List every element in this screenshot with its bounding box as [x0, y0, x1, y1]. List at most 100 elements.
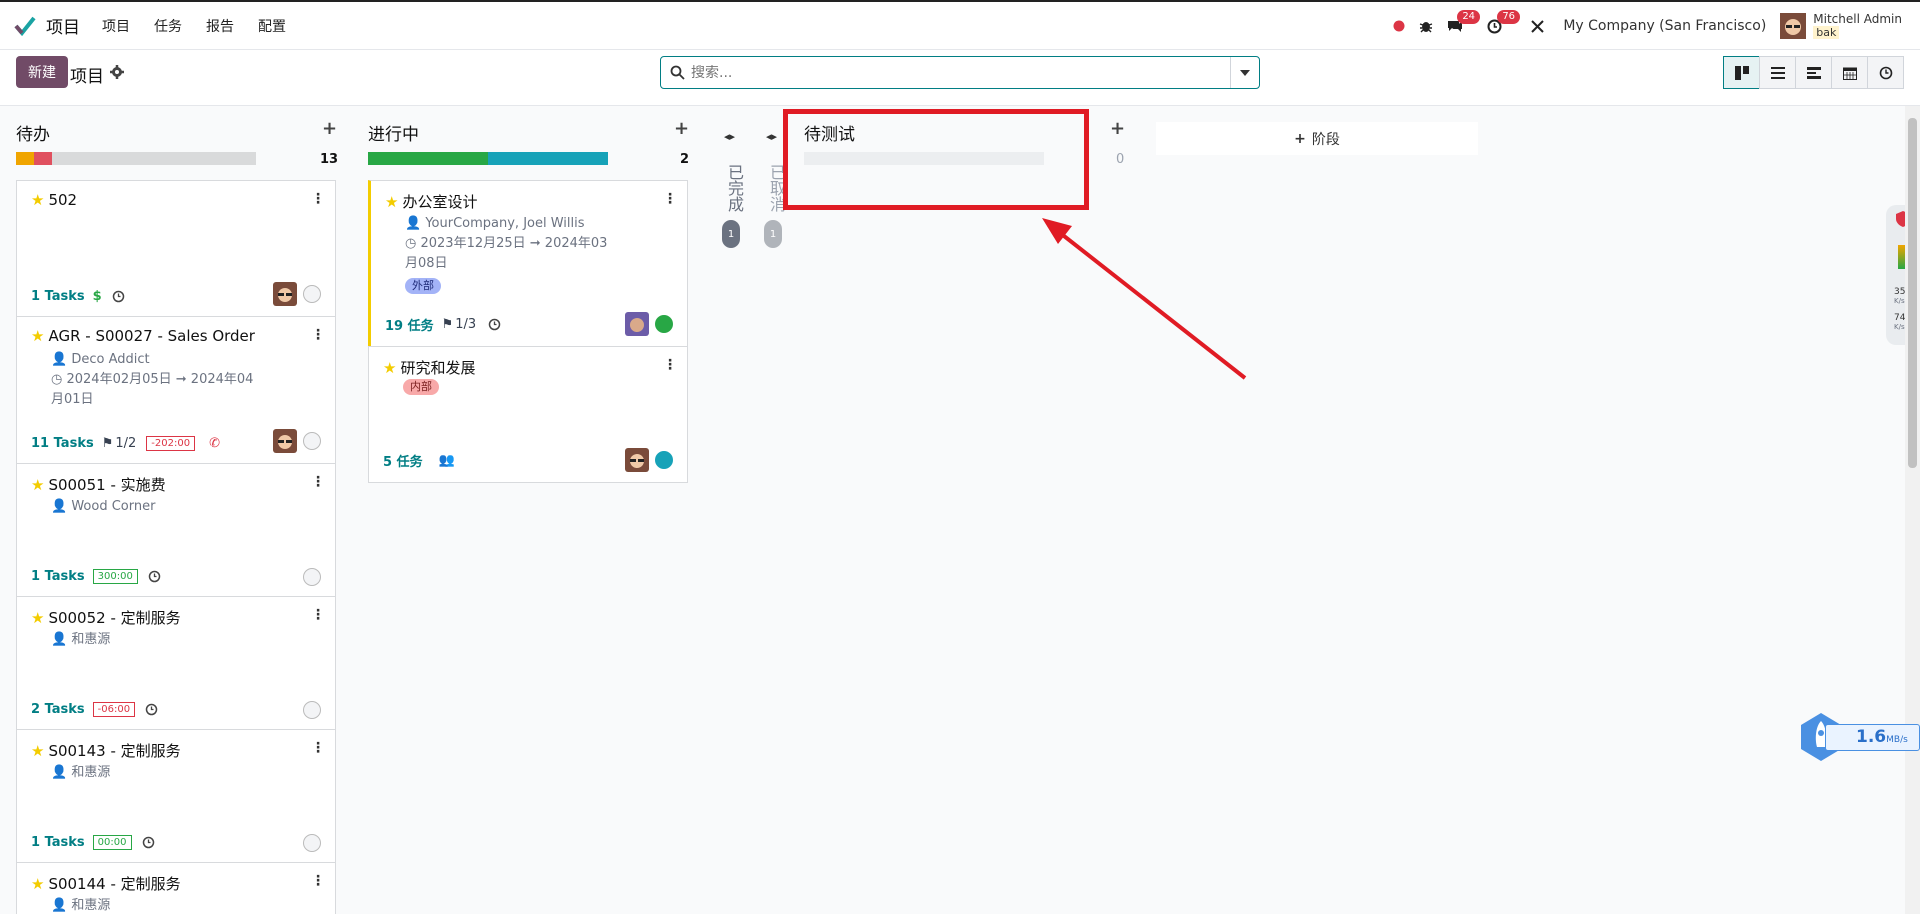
- menu-item-reports[interactable]: 报告: [206, 16, 234, 36]
- tasks-link[interactable]: 11 Tasks: [31, 436, 94, 451]
- kebab-menu-icon[interactable]: ⋮: [311, 327, 325, 343]
- tools-icon[interactable]: [1530, 19, 1545, 34]
- gear-icon[interactable]: [110, 65, 124, 79]
- tasks-link[interactable]: 1 Tasks: [31, 835, 85, 850]
- menu-item-tasks[interactable]: 任务: [154, 16, 182, 36]
- kebab-menu-icon[interactable]: ⋮: [311, 873, 325, 889]
- scrollbar-thumb[interactable]: [1908, 118, 1917, 468]
- user-icon: 👤: [51, 898, 72, 913]
- expand-arrows-icon[interactable]: ◂▸: [766, 130, 777, 143]
- clock-icon[interactable]: [488, 318, 501, 331]
- star-icon[interactable]: ★: [383, 359, 396, 377]
- download-unit: K/s: [1894, 323, 1905, 331]
- progress-bar[interactable]: [16, 152, 256, 165]
- card-title: 502: [48, 191, 78, 209]
- star-icon[interactable]: ★: [31, 742, 44, 760]
- add-stage-button[interactable]: + 阶段: [1156, 122, 1478, 155]
- clock-icon[interactable]: [145, 703, 158, 716]
- clock-icon[interactable]: [148, 570, 161, 583]
- search-input[interactable]: [691, 64, 1211, 81]
- card-dates-cont: 月01日: [51, 392, 94, 407]
- activities-badge: 76: [1497, 9, 1521, 24]
- star-icon[interactable]: ★: [31, 191, 44, 209]
- brand[interactable]: 项目: [14, 13, 80, 38]
- hours-badge: -06:00: [92, 702, 136, 717]
- project-card[interactable]: ★ S00052 - 定制服务 ⋮ 👤 和惠源 2 Tasks -06:00: [16, 596, 336, 730]
- calendar-view-button[interactable]: [1831, 56, 1868, 89]
- menu-item-config[interactable]: 配置: [258, 16, 286, 36]
- record-icon[interactable]: [1393, 20, 1405, 32]
- kebab-menu-icon[interactable]: ⋮: [311, 474, 325, 490]
- new-button[interactable]: 新建: [16, 56, 68, 88]
- kebab-menu-icon[interactable]: ⋮: [663, 191, 677, 207]
- project-card[interactable]: ★ S00143 - 定制服务 ⋮ 👤 和惠源 1 Tasks 00:00: [16, 729, 336, 863]
- tasks-link[interactable]: 5 任务: [383, 451, 423, 470]
- avatar[interactable]: [273, 282, 297, 306]
- star-icon[interactable]: ★: [385, 193, 398, 211]
- kebab-menu-icon[interactable]: ⋮: [311, 740, 325, 756]
- quick-create-button[interactable]: +: [1110, 118, 1125, 139]
- tasks-link[interactable]: 19 任务: [385, 315, 434, 334]
- project-card[interactable]: ★ 研究和发展 ⋮ 内部 5 任务 👥: [368, 346, 688, 483]
- breadcrumb-title: 项目: [70, 67, 104, 87]
- star-icon[interactable]: ★: [31, 609, 44, 627]
- speed-widget[interactable]: 1.6MB/s: [1795, 711, 1920, 763]
- progress-bar[interactable]: [368, 152, 608, 165]
- clock-icon[interactable]: 76: [1487, 9, 1521, 34]
- hours-badge: -202:00: [146, 436, 196, 451]
- column-done-folded[interactable]: ◂▸ 已完成 1: [716, 106, 748, 266]
- project-card[interactable]: ★ 502 ⋮ 1 Tasks $: [16, 180, 336, 317]
- card-title: AGR - S00027 - Sales Order: [48, 327, 255, 345]
- quick-create-button[interactable]: +: [322, 118, 337, 139]
- search-box[interactable]: [660, 56, 1260, 89]
- star-icon[interactable]: ★: [31, 327, 44, 345]
- tag-internal: 内部: [403, 379, 439, 395]
- clock-icon[interactable]: [112, 290, 125, 303]
- clock-icon[interactable]: [142, 836, 155, 849]
- kebab-menu-icon[interactable]: ⋮: [311, 607, 325, 623]
- clock-icon: [1879, 66, 1892, 79]
- status-dot[interactable]: [303, 285, 321, 303]
- list-view-button[interactable]: [1759, 56, 1796, 89]
- project-card[interactable]: ★ S00144 - 定制服务 ⋮ 👤 和惠源: [16, 862, 336, 914]
- status-dot[interactable]: [303, 432, 321, 450]
- project-card[interactable]: ★ 办公室设计 ⋮ 👤 YourCompany, Joel Willis ◷ 20…: [368, 180, 688, 347]
- kanban-view-button[interactable]: [1723, 56, 1760, 89]
- bug-icon[interactable]: [1419, 19, 1433, 33]
- tasks-link[interactable]: 1 Tasks: [31, 569, 85, 584]
- user-menu[interactable]: Mitchell Admin bak: [1780, 13, 1902, 39]
- avatar[interactable]: [273, 429, 297, 453]
- app-logo-icon: [14, 16, 36, 36]
- star-icon[interactable]: ★: [31, 875, 44, 893]
- status-dot[interactable]: [303, 568, 321, 586]
- kebab-menu-icon[interactable]: ⋮: [663, 357, 677, 373]
- users-icon[interactable]: 👥: [439, 453, 455, 468]
- dollar-icon[interactable]: $: [93, 289, 102, 304]
- search-toggle[interactable]: [1230, 57, 1259, 88]
- calendar-icon: [1842, 67, 1857, 80]
- status-dot[interactable]: [303, 701, 321, 719]
- status-dot[interactable]: [655, 451, 673, 469]
- expand-arrows-icon[interactable]: ◂▸: [724, 130, 735, 143]
- avatar[interactable]: [625, 312, 649, 336]
- scrollbar[interactable]: [1905, 106, 1920, 914]
- status-dot[interactable]: [655, 315, 673, 333]
- kebab-menu-icon[interactable]: ⋮: [311, 191, 325, 207]
- status-dot[interactable]: [303, 834, 321, 852]
- phone-icon[interactable]: ✆: [209, 436, 220, 451]
- messages-badge: 24: [1457, 9, 1481, 24]
- activity-view-button[interactable]: [1867, 56, 1904, 89]
- menu-item-projects[interactable]: 项目: [102, 16, 130, 36]
- flag-icon: ⚑: [101, 436, 114, 451]
- project-card[interactable]: ★ AGR - S00027 - Sales Order ⋮ 👤 Deco Add…: [16, 316, 336, 464]
- quick-create-button[interactable]: +: [674, 118, 689, 139]
- tag-external: 外部: [405, 278, 441, 294]
- company-switcher[interactable]: My Company (San Francisco): [1563, 18, 1766, 34]
- tasks-link[interactable]: 2 Tasks: [31, 702, 85, 717]
- avatar[interactable]: [625, 448, 649, 472]
- tasks-link[interactable]: 1 Tasks: [31, 289, 85, 304]
- project-card[interactable]: ★ S00051 - 实施费 ⋮ 👤 Wood Corner 1 Tasks 30…: [16, 463, 336, 597]
- star-icon[interactable]: ★: [31, 476, 44, 494]
- chat-icon[interactable]: 24: [1447, 9, 1481, 34]
- gantt-view-button[interactable]: [1795, 56, 1832, 89]
